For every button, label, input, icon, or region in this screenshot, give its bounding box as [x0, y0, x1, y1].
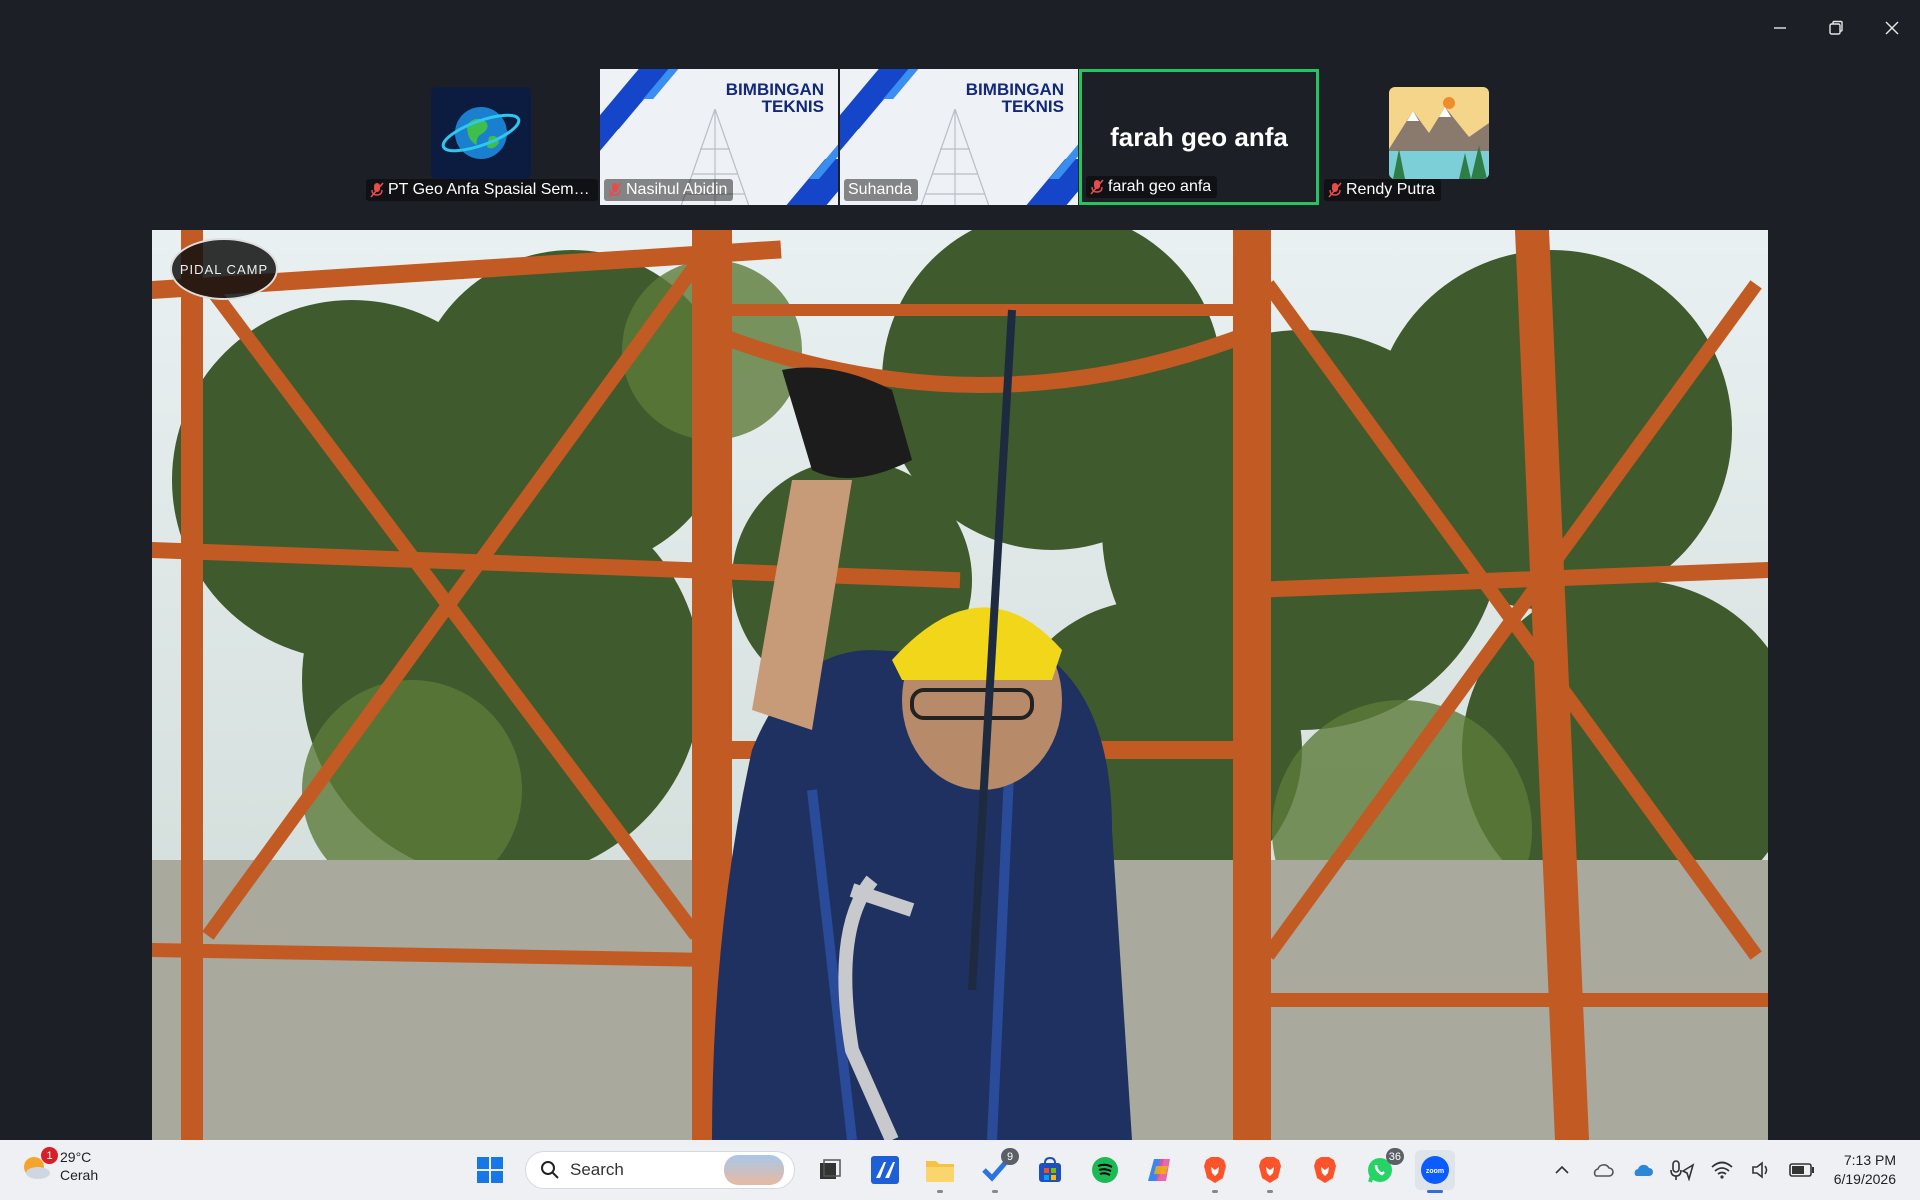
- restore-button[interactable]: [1808, 0, 1864, 56]
- banner-title: BIMBINGAN TEKNIS: [725, 80, 824, 116]
- mountain-landscape-icon: [1389, 87, 1489, 179]
- brave-icon: [1259, 1157, 1281, 1183]
- wifi-icon: [1711, 1161, 1733, 1179]
- taskbar: 1 29°C Cerah Search 9 36 zoom 7:13 PM 6/…: [0, 1140, 1920, 1200]
- participant-avatar: [431, 87, 531, 179]
- folder-icon: [926, 1161, 954, 1182]
- mic-muted-icon: [1090, 179, 1104, 195]
- onedrive-personal-button[interactable]: [1582, 1150, 1622, 1190]
- participant-name: Suhanda: [848, 181, 913, 198]
- battery-button[interactable]: [1782, 1150, 1822, 1190]
- participant-display-name: farah geo anfa: [1110, 122, 1288, 152]
- weather-condition: Cerah: [60, 1167, 99, 1183]
- file-explorer-button[interactable]: [920, 1150, 960, 1193]
- clock-date: 6/19/2026: [1833, 1171, 1896, 1187]
- app-a-button[interactable]: [865, 1150, 905, 1190]
- weather-icon: 1: [22, 1147, 58, 1181]
- participant-tile[interactable]: BIMBINGAN TEKNIS Suhanda: [840, 69, 1078, 205]
- spotify-button[interactable]: [1085, 1150, 1125, 1190]
- globe-logo-icon: [431, 87, 531, 179]
- brave-button[interactable]: [1305, 1150, 1345, 1190]
- taskbar-apps: Search 9 36 zoom: [470, 1148, 1455, 1193]
- weather-badge: 1: [41, 1147, 58, 1164]
- participant-tile[interactable]: Rendy Putra: [1320, 69, 1558, 205]
- todo-badge: 9: [1001, 1148, 1019, 1165]
- volume-button[interactable]: [1742, 1150, 1782, 1190]
- taskbar-search[interactable]: Search: [525, 1151, 795, 1189]
- participant-name-bar: PT Geo Anfa Spasial Semara...: [366, 179, 598, 201]
- store-button[interactable]: [1030, 1150, 1070, 1190]
- brave-icon: [1314, 1157, 1336, 1183]
- participant-name-bar: Nasihul Abidin: [604, 179, 734, 201]
- minimize-button[interactable]: [1752, 0, 1808, 56]
- participant-name: Nasihul Abidin: [626, 181, 728, 198]
- weather-widget[interactable]: 1 29°C Cerah: [22, 1147, 99, 1184]
- participant-tile-active-speaker[interactable]: farah geo anfa farah geo anfa: [1079, 69, 1319, 205]
- search-icon: [541, 1161, 559, 1179]
- show-hidden-icons-button[interactable]: [1542, 1150, 1582, 1190]
- whatsapp-button[interactable]: 36: [1360, 1148, 1404, 1190]
- start-button[interactable]: [470, 1150, 510, 1190]
- battery-icon: [1788, 1163, 1814, 1177]
- brave-button[interactable]: [1250, 1150, 1290, 1193]
- task-view-icon: [820, 1159, 841, 1179]
- mic-muted-icon: [608, 182, 622, 198]
- participant-name: Rendy Putra: [1346, 181, 1435, 198]
- svg-text:zoom: zoom: [1426, 1168, 1444, 1175]
- onedrive-button[interactable]: [1622, 1150, 1662, 1190]
- whatsapp-badge: 36: [1385, 1148, 1404, 1165]
- main-video-feed[interactable]: PIDAL CAMP: [152, 230, 1768, 1140]
- brave-button[interactable]: [1195, 1150, 1235, 1193]
- task-view-button[interactable]: [810, 1150, 850, 1190]
- app-blue-icon: [871, 1156, 899, 1184]
- window-controls: [1752, 0, 1920, 56]
- spotify-icon: [1092, 1157, 1118, 1183]
- weather-temperature: 29°C: [60, 1149, 92, 1165]
- speaker-icon: [1751, 1161, 1767, 1179]
- participant-tile[interactable]: PT Geo Anfa Spasial Semara...: [362, 69, 600, 205]
- mic-muted-icon: [1328, 182, 1342, 198]
- mic-muted-icon: [370, 182, 384, 198]
- minimize-icon: [1774, 27, 1786, 29]
- cloud-outline-icon: [1593, 1164, 1614, 1177]
- store-icon: [1039, 1156, 1061, 1182]
- system-tray: 7:13 PM 6/19/2026: [1542, 1140, 1920, 1200]
- participant-name: PT Geo Anfa Spasial Semara...: [388, 181, 592, 198]
- chevron-up-icon: [1555, 1165, 1569, 1174]
- clock[interactable]: 7:13 PM 6/19/2026: [1822, 1151, 1920, 1189]
- mic-location-button[interactable]: [1662, 1150, 1702, 1190]
- wifi-button[interactable]: [1702, 1150, 1742, 1190]
- zoom-icon: zoom: [1421, 1156, 1449, 1184]
- channel-logo: PIDAL CAMP: [170, 238, 278, 300]
- participant-name-bar: Suhanda: [844, 179, 919, 201]
- video-frame-scene: [152, 230, 1768, 1140]
- participant-strip: PT Geo Anfa Spasial Semara... BIMBINGAN …: [0, 69, 1920, 205]
- participant-tile[interactable]: BIMBINGAN TEKNIS Nasihul Abidin: [600, 69, 838, 205]
- zoom-button[interactable]: zoom: [1415, 1150, 1455, 1193]
- copilot-icon: [1148, 1159, 1170, 1181]
- participant-name-bar: farah geo anfa: [1086, 176, 1218, 198]
- search-highlight-image: [724, 1155, 784, 1185]
- windows-icon: [477, 1157, 503, 1183]
- cloud-icon: [1634, 1164, 1653, 1176]
- todo-button[interactable]: 9: [975, 1148, 1019, 1193]
- close-icon: [1885, 21, 1899, 35]
- participant-avatar: [1389, 87, 1489, 179]
- brave-icon: [1204, 1157, 1226, 1183]
- mic-location-icon: [1669, 1160, 1695, 1181]
- copilot-button[interactable]: [1140, 1150, 1180, 1190]
- participant-name-bar: Rendy Putra: [1324, 179, 1441, 201]
- banner-title: BIMBINGAN TEKNIS: [965, 80, 1064, 116]
- restore-icon: [1829, 20, 1843, 35]
- zoom-meeting-window: PT Geo Anfa Spasial Semara... BIMBINGAN …: [0, 0, 1920, 1200]
- close-button[interactable]: [1864, 0, 1920, 56]
- search-placeholder: Search: [570, 1160, 624, 1179]
- participant-name: farah geo anfa: [1108, 178, 1212, 195]
- clock-time: 7:13 PM: [1843, 1152, 1896, 1168]
